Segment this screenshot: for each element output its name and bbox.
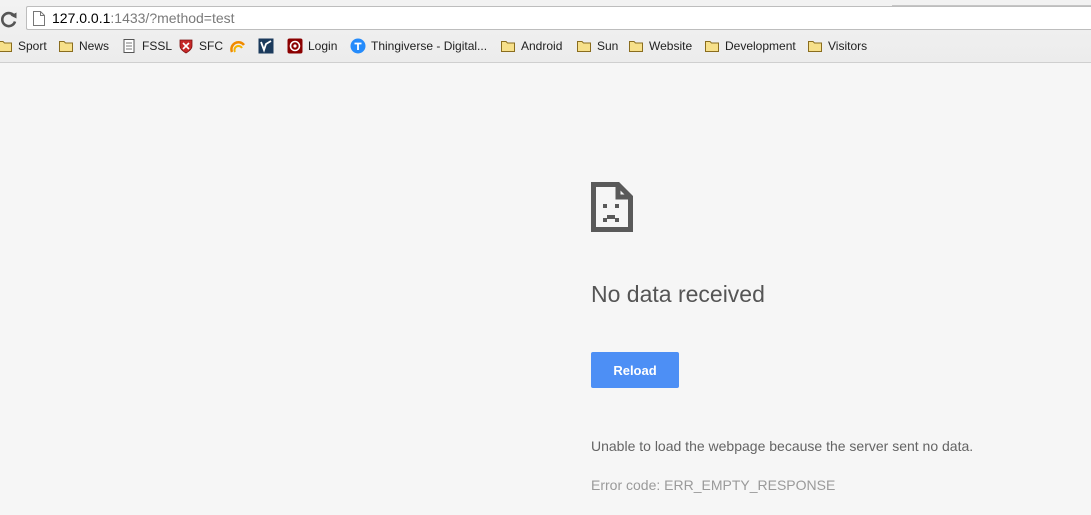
folder-icon <box>59 41 73 52</box>
bookmark-visitors[interactable]: Visitors <box>807 36 867 56</box>
bookmark-label: Development <box>725 39 796 53</box>
toolbar-edge <box>892 0 1091 6</box>
bookmark-label: SFC <box>199 39 223 53</box>
thingiverse-icon <box>350 38 366 54</box>
error-title: No data received <box>591 281 765 307</box>
bookmark-label: News <box>79 39 110 53</box>
folder-icon <box>705 41 719 52</box>
folder-icon <box>501 41 515 52</box>
error-description: Unable to load the webpage because the s… <box>591 438 974 454</box>
bookmark-sport[interactable]: Sport <box>0 36 47 56</box>
reload-button[interactable]: Reload <box>591 352 679 388</box>
folder-icon <box>577 41 591 52</box>
document-icon <box>123 39 135 53</box>
bookmark-sun-logo[interactable] <box>230 36 251 56</box>
bookmark-sfc[interactable]: SFC <box>178 36 223 56</box>
url-path: :1433/?method=test <box>110 10 235 26</box>
bookmark-development[interactable]: Development <box>704 36 796 56</box>
sun-logo-icon <box>230 41 245 53</box>
bookmark-label: FSSL <box>142 39 173 53</box>
logo-icon <box>258 38 274 54</box>
address-bar[interactable]: 127.0.0.1:1433/?method=test <box>26 6 1091 30</box>
bookmark-thingiverse[interactable]: Thingiverse - Digital... <box>350 36 487 56</box>
bookmark-sun[interactable]: Sun <box>576 36 618 56</box>
folder-icon <box>808 41 822 52</box>
folder-icon <box>0 41 12 52</box>
url-host: 127.0.0.1 <box>52 10 111 26</box>
bookmark-news[interactable]: News <box>58 36 109 56</box>
page-icon <box>33 11 45 26</box>
bookmarks-bar: Sport News FSSL SFC Login Thingiverse - … <box>0 36 1091 56</box>
target-icon <box>287 38 303 54</box>
bookmark-label: Sport <box>18 39 47 53</box>
bookmark-fssl[interactable]: FSSL <box>121 36 172 56</box>
reload-icon[interactable] <box>0 8 20 30</box>
bookmark-label: Thingiverse - Digital... <box>371 39 488 53</box>
bookmark-label: Android <box>521 39 563 53</box>
bookmark-label: Login <box>308 39 338 53</box>
bookmark-label: Sun <box>597 39 619 53</box>
folder-icon <box>629 41 643 52</box>
bookmark-logo[interactable] <box>258 36 279 56</box>
bookmark-label: Website <box>649 39 693 53</box>
shield-icon <box>179 39 193 54</box>
browser-toolbar: 127.0.0.1:1433/?method=test Sport News F… <box>0 0 1091 63</box>
url-text[interactable]: 127.0.0.1:1433/?method=test <box>52 10 235 27</box>
bookmark-android[interactable]: Android <box>500 36 562 56</box>
bookmark-login[interactable]: Login <box>287 36 337 56</box>
bookmark-website[interactable]: Website <box>628 36 692 56</box>
error-code: Error code: ERR_EMPTY_RESPONSE <box>591 477 836 493</box>
bookmark-label: Visitors <box>828 39 868 53</box>
sad-page-icon <box>591 182 633 232</box>
